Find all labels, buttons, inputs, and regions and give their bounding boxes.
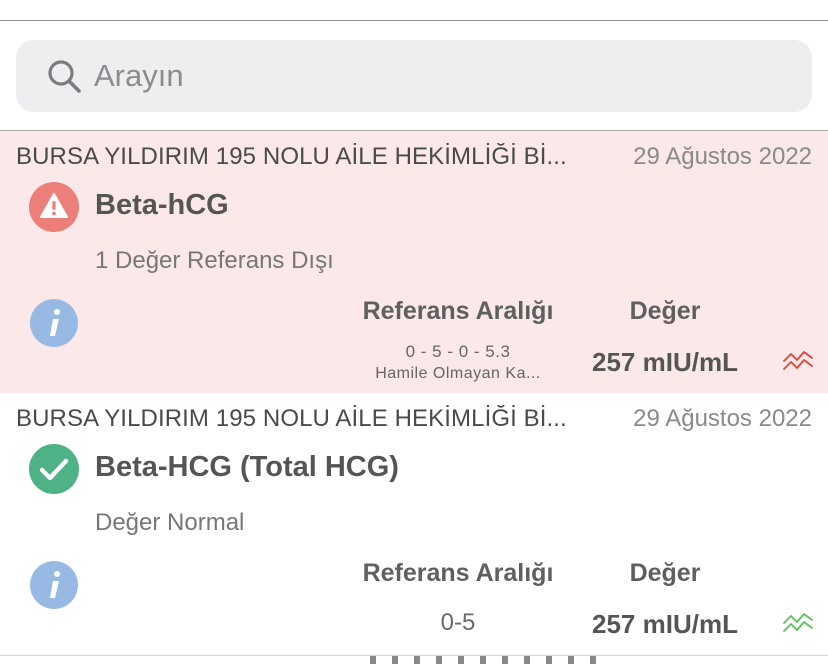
result-card-beta-hcg[interactable]: BURSA YILDIRIM 195 NOLU AİLE HEKİMLİĞİ B… <box>0 131 828 393</box>
status-text: Değer Normal <box>95 509 245 536</box>
result-date: 29 Ağustos 2022 <box>633 143 812 170</box>
result-value: 257 mIU/mL <box>592 609 738 639</box>
top-divider <box>0 20 828 21</box>
result-date: 29 Ağustos 2022 <box>633 405 812 432</box>
search-icon <box>48 60 81 93</box>
lab-results-screen: BURSA YILDIRIM 195 NOLU AİLE HEKİMLİĞİ B… <box>0 0 828 664</box>
search-bar[interactable] <box>16 40 812 112</box>
search-input[interactable] <box>94 40 794 112</box>
test-name: Beta-hCG <box>95 189 229 221</box>
value-header: Değer <box>629 297 701 325</box>
checkmark-icon <box>29 444 79 494</box>
result-value: 257 mIU/mL <box>592 347 738 377</box>
reference-range-header: Referans Aralığı <box>362 559 554 587</box>
warning-icon <box>29 182 79 232</box>
value-header: Değer <box>629 559 701 587</box>
trend-chart-icon[interactable] <box>782 609 814 637</box>
test-name: Beta-HCG (Total HCG) <box>95 451 399 483</box>
result-card-beta-hcg-total[interactable]: BURSA YILDIRIM 195 NOLU AİLE HEKİMLİĞİ B… <box>0 393 828 655</box>
reference-range-header: Referans Aralığı <box>362 297 554 325</box>
reference-range: 0 - 5 - 0 - 5.3 <box>405 342 511 361</box>
trend-chart-icon[interactable] <box>782 347 814 375</box>
reference-note: Hamile Olmayan Ka... <box>375 365 541 382</box>
info-icon[interactable] <box>30 561 78 609</box>
institution-name: BURSA YILDIRIM 195 NOLU AİLE HEKİMLİĞİ B… <box>16 143 567 170</box>
institution-name: BURSA YILDIRIM 195 NOLU AİLE HEKİMLİĞİ B… <box>16 405 567 432</box>
info-icon[interactable] <box>30 299 78 347</box>
status-text: 1 Değer Referans Dışı <box>95 247 334 274</box>
reference-range: 0-5 <box>440 609 476 636</box>
next-card-peek <box>0 656 828 664</box>
